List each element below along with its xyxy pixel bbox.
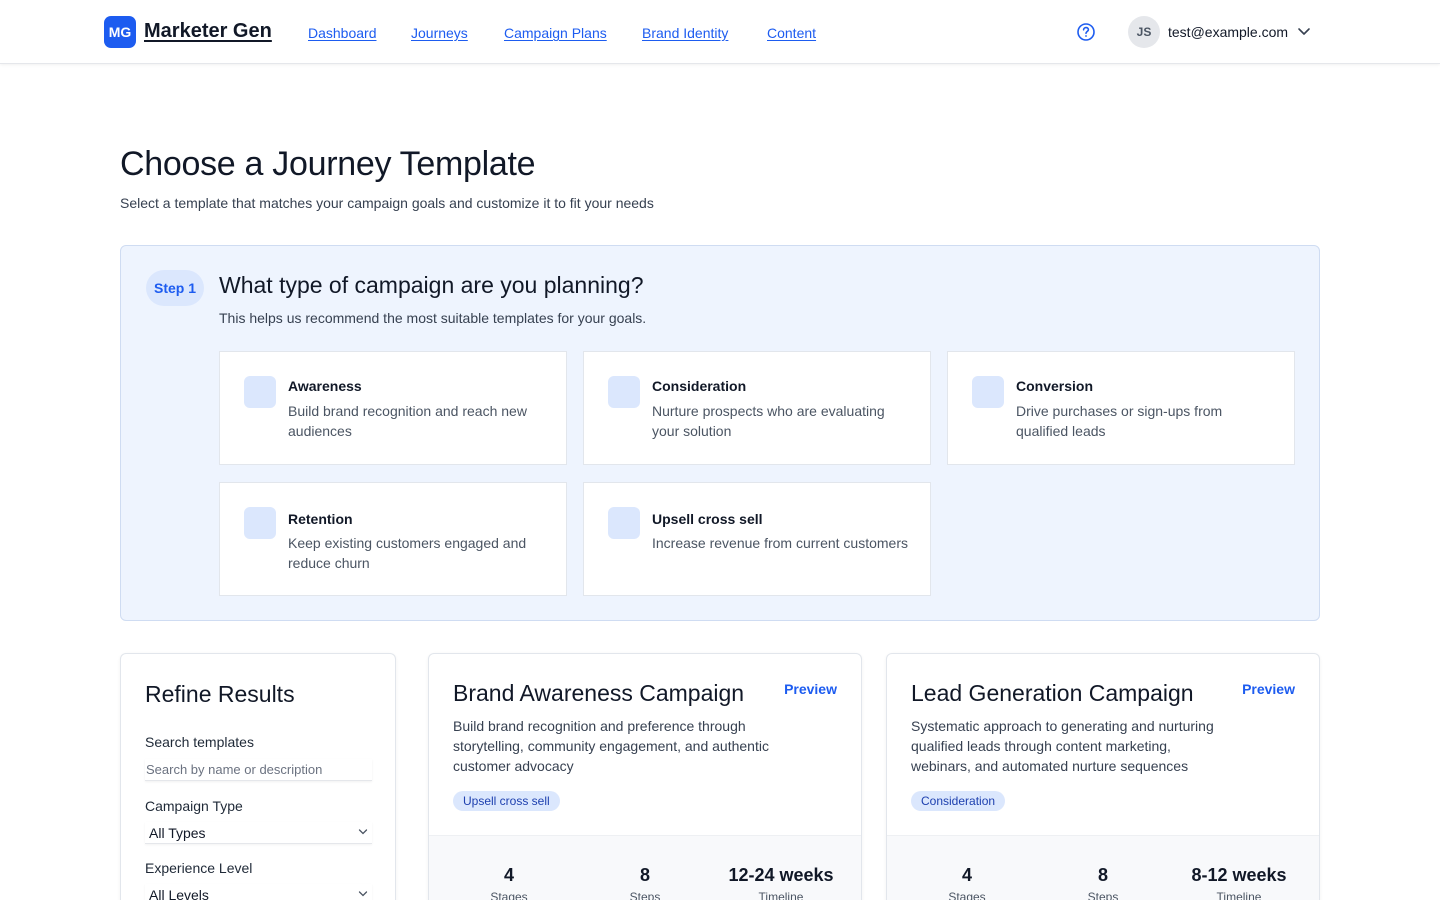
goal-title: Consideration <box>652 378 747 394</box>
preview-link[interactable]: Preview <box>1242 681 1295 697</box>
experience-level-select[interactable]: All Levels <box>145 884 372 900</box>
nav-link-content[interactable]: Content <box>767 25 816 41</box>
steps-count: 8 <box>639 865 650 885</box>
chevron-down-icon <box>358 891 368 897</box>
timeline-value: 8-12 weeks <box>1191 865 1287 885</box>
chevron-down-icon <box>358 829 368 835</box>
filter-title: Refine Results <box>145 681 295 707</box>
template-description: Systematic approach to generating and nu… <box>911 718 1214 774</box>
experience-level-label: Experience Level <box>145 860 253 876</box>
search-label: Search templates <box>145 734 254 750</box>
step-heading: What type of campaign are you planning? <box>219 272 644 298</box>
template-description: Build brand recognition and preference t… <box>453 718 769 774</box>
template-stats: 4 Stages 8 Steps 12-24 weeks Timeline <box>429 835 861 900</box>
campaign-type-value: All Types <box>149 825 206 841</box>
template-card-lead-generation[interactable]: Lead Generation Campaign Preview Systema… <box>886 653 1320 900</box>
app-name-link[interactable]: Marketer Gen <box>144 20 272 43</box>
goal-card-conversion[interactable]: Conversion Drive purchases or sign-ups f… <box>947 351 1295 465</box>
goal-card-awareness[interactable]: Awareness Build brand recognition and re… <box>219 351 567 465</box>
awareness-icon <box>244 376 276 408</box>
goal-description: Drive purchases or sign-ups from qualifi… <box>1016 403 1223 439</box>
campaign-type-label: Campaign Type <box>145 798 243 814</box>
top-navigation-bar: MG Marketer Gen Dashboard Journeys Campa… <box>0 0 1440 64</box>
user-email[interactable]: test@example.com <box>1168 24 1288 40</box>
campaign-type-step-panel: Step 1 What type of campaign are you pla… <box>120 245 1320 621</box>
preview-link[interactable]: Preview <box>784 681 837 697</box>
goal-title: Conversion <box>1016 378 1094 394</box>
consideration-icon <box>608 376 640 408</box>
stages-count: 4 <box>961 865 972 885</box>
help-icon[interactable] <box>1076 22 1096 42</box>
goal-title: Awareness <box>288 378 362 394</box>
retention-icon <box>244 507 276 539</box>
nav-link-brand-identity[interactable]: Brand Identity <box>642 25 728 41</box>
step-description: This helps us recommend the most suitabl… <box>219 310 647 326</box>
user-avatar[interactable]: JS <box>1128 16 1160 48</box>
timeline-label: Timeline <box>758 890 804 900</box>
steps-label: Steps <box>629 890 661 900</box>
page-title: Choose a Journey Template <box>120 145 536 183</box>
page-subtitle: Select a template that matches your camp… <box>120 195 654 211</box>
template-tag: Upsell cross sell <box>453 791 560 811</box>
step-badge: Step 1 <box>146 270 204 306</box>
search-input[interactable] <box>145 759 372 781</box>
experience-level-value: All Levels <box>149 887 209 900</box>
timeline-value: 12-24 weeks <box>728 865 834 885</box>
conversion-icon <box>972 376 1004 408</box>
nav-link-dashboard[interactable]: Dashboard <box>308 25 377 41</box>
goal-description: Increase revenue from current customers <box>652 535 908 551</box>
template-card-brand-awareness[interactable]: Brand Awareness Campaign Preview Build b… <box>428 653 862 900</box>
goal-card-consideration[interactable]: Consideration Nurture prospects who are … <box>583 351 931 465</box>
template-name: Brand Awareness Campaign <box>453 680 745 706</box>
goal-card-retention[interactable]: Retention Keep existing customers engage… <box>219 482 567 596</box>
logo-badge[interactable]: MG <box>104 16 136 48</box>
template-stats: 4 Stages 8 Steps 8-12 weeks Timeline <box>887 835 1319 900</box>
stages-label: Stages <box>490 890 528 900</box>
goal-title: Upsell cross sell <box>652 511 763 527</box>
goal-title: Retention <box>288 511 353 527</box>
template-tag: Consideration <box>911 791 1006 811</box>
steps-count: 8 <box>1097 865 1108 885</box>
goal-description: Nurture prospects who are evaluating you… <box>652 403 885 439</box>
upsell-icon <box>608 507 640 539</box>
template-name: Lead Generation Campaign <box>911 680 1194 706</box>
steps-label: Steps <box>1087 890 1119 900</box>
goal-description: Build brand recognition and reach new au… <box>288 403 527 439</box>
nav-link-campaign-plans[interactable]: Campaign Plans <box>504 25 607 41</box>
campaign-type-select[interactable]: All Types <box>145 822 372 844</box>
goal-card-upsell-cross-sell[interactable]: Upsell cross sell Increase revenue from … <box>583 482 931 596</box>
stages-count: 4 <box>503 865 514 885</box>
refine-results-panel: Refine Results Search templates Campaign… <box>120 653 396 900</box>
chevron-down-icon[interactable] <box>1297 26 1311 38</box>
nav-link-journeys[interactable]: Journeys <box>411 25 468 41</box>
timeline-label: Timeline <box>1216 890 1262 900</box>
goal-description: Keep existing customers engaged and redu… <box>288 535 527 571</box>
stages-label: Stages <box>948 890 986 900</box>
